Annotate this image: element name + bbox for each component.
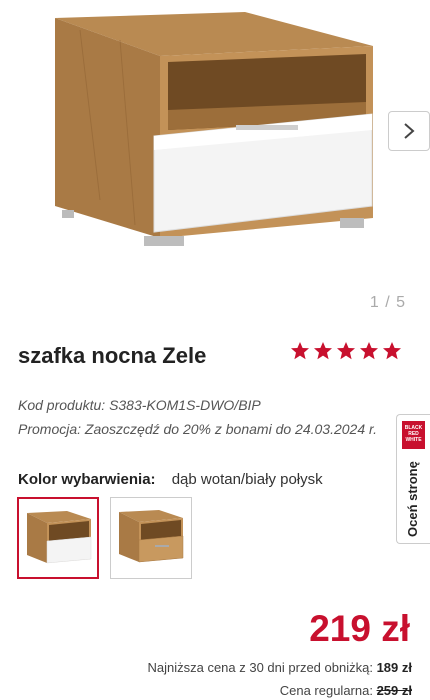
rate-page-label: Oceń stronę bbox=[405, 461, 420, 537]
star-icon bbox=[360, 342, 378, 360]
gallery-next-button[interactable] bbox=[388, 111, 430, 151]
color-swatch-oak[interactable] bbox=[110, 497, 192, 579]
product-gallery: 1 / 5 bbox=[0, 0, 430, 320]
swatch-image-oak bbox=[119, 510, 184, 563]
star-icon bbox=[337, 342, 355, 360]
pager-total: 5 bbox=[396, 294, 406, 311]
color-swatch-selected[interactable] bbox=[17, 497, 99, 579]
gallery-pager: 1 / 5 bbox=[370, 294, 406, 312]
regular-price-info: Cena regularna: 259 zł bbox=[280, 683, 412, 698]
product-code-label: Kod produktu: bbox=[18, 397, 106, 413]
rating-stars[interactable] bbox=[290, 341, 402, 361]
rate-page-tab[interactable]: BLACK RED WHITE Oceń stronę bbox=[396, 414, 430, 544]
swatch-image-oak-white bbox=[27, 511, 92, 564]
pager-current: 1 bbox=[369, 294, 380, 311]
pager-separator: / bbox=[379, 294, 397, 311]
promo-label: Promocja: bbox=[18, 421, 82, 437]
lowest-price-label: Najniższa cena z 30 dni przed obniżką: bbox=[147, 660, 373, 675]
product-code-value: S383-KOM1S-DWO/BIP bbox=[109, 397, 261, 413]
star-icon bbox=[314, 342, 332, 360]
promo-text: Zaoszczędź do 20% z bonami do 24.03.2024… bbox=[84, 421, 378, 437]
star-icon bbox=[291, 342, 309, 360]
color-label: Kolor wybarwienia: bbox=[18, 471, 156, 488]
regular-price-value: 259 zł bbox=[376, 683, 412, 698]
lowest-price-value: 189 zł bbox=[376, 660, 412, 675]
regular-price-label: Cena regularna: bbox=[279, 683, 373, 698]
product-image bbox=[55, 12, 373, 246]
chevron-right-icon bbox=[404, 123, 415, 139]
lowest-price-info: Najniższa cena z 30 dni przed obniżką: 1… bbox=[147, 660, 412, 675]
product-title: szafka nocna Zele bbox=[18, 343, 207, 368]
color-selector-label-row: Kolor wybarwienia: dąb wotan/biały połys… bbox=[18, 471, 323, 488]
current-price: 219 zł bbox=[309, 608, 410, 649]
star-icon bbox=[383, 342, 401, 360]
color-value: dąb wotan/biały połysk bbox=[171, 471, 323, 488]
brand-logo: BLACK RED WHITE bbox=[402, 421, 425, 449]
promo-info: Promocja: Zaoszczędź do 20% z bonami do … bbox=[18, 421, 377, 437]
product-code: Kod produktu: S383-KOM1S-DWO/BIP bbox=[18, 397, 261, 413]
